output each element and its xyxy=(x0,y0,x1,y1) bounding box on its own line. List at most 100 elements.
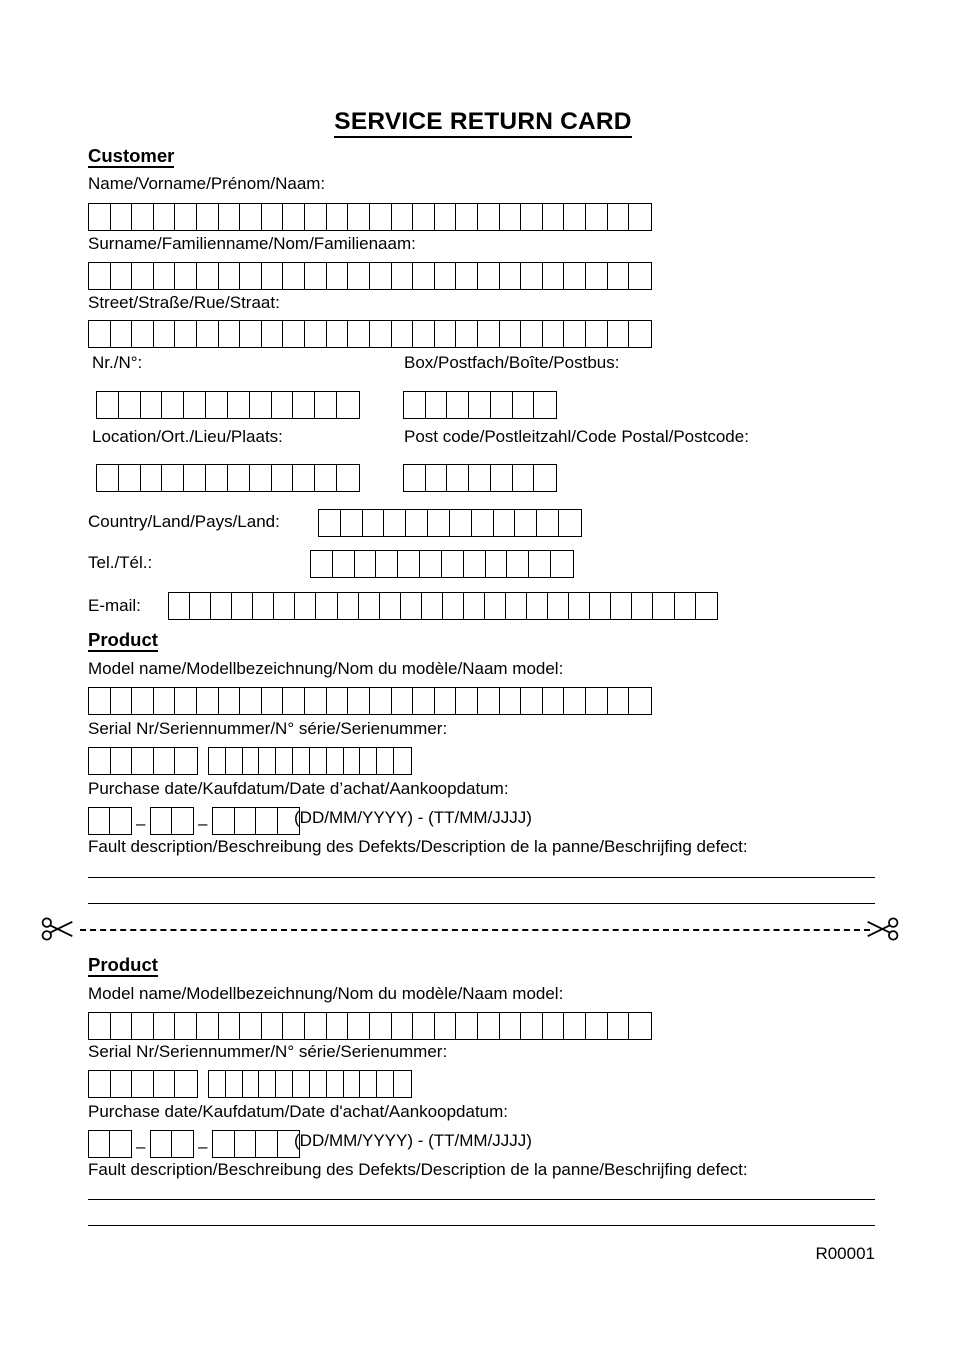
character-cell[interactable] xyxy=(426,392,448,418)
character-cell[interactable] xyxy=(413,321,435,347)
character-cell[interactable] xyxy=(377,748,395,774)
character-cell[interactable] xyxy=(341,510,363,536)
character-cell[interactable] xyxy=(250,465,272,491)
character-cell[interactable] xyxy=(295,593,317,619)
character-cell[interactable] xyxy=(219,688,241,714)
input-email[interactable] xyxy=(168,592,718,620)
character-cell[interactable] xyxy=(401,593,422,619)
input-serial-number-bottom-part2[interactable] xyxy=(208,1070,412,1098)
character-cell[interactable] xyxy=(348,1013,370,1039)
character-cell[interactable] xyxy=(111,263,133,289)
character-cell[interactable] xyxy=(219,204,241,230)
character-cell[interactable] xyxy=(534,392,556,418)
character-cell[interactable] xyxy=(141,392,163,418)
character-cell[interactable] xyxy=(132,688,154,714)
character-cell[interactable] xyxy=(507,551,530,577)
character-cell[interactable] xyxy=(675,593,696,619)
character-cell[interactable] xyxy=(472,510,494,536)
character-cell[interactable] xyxy=(132,1013,154,1039)
character-cell[interactable] xyxy=(228,392,250,418)
character-cell[interactable] xyxy=(305,1013,327,1039)
character-cell[interactable] xyxy=(119,465,141,491)
character-cell[interactable] xyxy=(211,593,233,619)
character-cell[interactable] xyxy=(392,321,414,347)
character-cell[interactable] xyxy=(111,688,133,714)
character-cell[interactable] xyxy=(469,465,491,491)
character-cell[interactable] xyxy=(154,321,176,347)
character-cell[interactable] xyxy=(327,1071,344,1097)
character-cell[interactable] xyxy=(311,551,333,577)
character-cell[interactable] xyxy=(456,321,478,347)
character-cell[interactable] xyxy=(283,1013,306,1039)
character-cell[interactable] xyxy=(305,204,327,230)
character-cell[interactable] xyxy=(537,510,560,536)
character-cell[interactable] xyxy=(243,1071,260,1097)
character-cell[interactable] xyxy=(262,1013,284,1039)
character-cell[interactable] xyxy=(360,748,378,774)
character-cell[interactable] xyxy=(175,748,197,774)
character-cell[interactable] xyxy=(392,204,414,230)
character-cell[interactable] xyxy=(154,263,176,289)
character-cell[interactable] xyxy=(119,392,141,418)
character-cell[interactable] xyxy=(327,688,349,714)
character-cell[interactable] xyxy=(521,1013,543,1039)
character-cell[interactable] xyxy=(111,748,133,774)
character-cell[interactable] xyxy=(521,204,543,230)
character-cell[interactable] xyxy=(435,204,457,230)
character-cell[interactable] xyxy=(338,593,359,619)
character-cell[interactable] xyxy=(97,465,119,491)
character-cell[interactable] xyxy=(111,1071,133,1097)
character-cell[interactable] xyxy=(629,1013,651,1039)
character-cell[interactable] xyxy=(226,1071,243,1097)
character-cell[interactable] xyxy=(564,321,587,347)
character-cell[interactable] xyxy=(262,688,284,714)
character-cell[interactable] xyxy=(413,1013,435,1039)
character-cell[interactable] xyxy=(543,1013,565,1039)
character-cell[interactable] xyxy=(89,1131,110,1157)
character-cell[interactable] xyxy=(370,1013,392,1039)
character-cell[interactable] xyxy=(384,510,407,536)
input-purchase-day-bottom[interactable] xyxy=(88,1130,132,1158)
character-cell[interactable] xyxy=(327,204,349,230)
character-cell[interactable] xyxy=(283,204,306,230)
character-cell[interactable] xyxy=(175,1071,197,1097)
character-cell[interactable] xyxy=(486,551,508,577)
character-cell[interactable] xyxy=(154,748,176,774)
character-cell[interactable] xyxy=(259,748,277,774)
character-cell[interactable] xyxy=(564,263,587,289)
character-cell[interactable] xyxy=(394,748,411,774)
character-cell[interactable] xyxy=(141,465,163,491)
input-purchase-year-top[interactable] xyxy=(212,807,300,835)
character-cell[interactable] xyxy=(274,593,296,619)
character-cell[interactable] xyxy=(564,204,587,230)
character-cell[interactable] xyxy=(392,1013,414,1039)
character-cell[interactable] xyxy=(435,263,457,289)
character-cell[interactable] xyxy=(521,263,543,289)
character-cell[interactable] xyxy=(213,1131,235,1157)
character-cell[interactable] xyxy=(500,1013,522,1039)
character-cell[interactable] xyxy=(456,1013,478,1039)
character-cell[interactable] xyxy=(586,321,608,347)
character-cell[interactable] xyxy=(586,1013,608,1039)
character-cell[interactable] xyxy=(243,748,260,774)
character-cell[interactable] xyxy=(219,1013,241,1039)
character-cell[interactable] xyxy=(586,263,608,289)
character-cell[interactable] xyxy=(132,204,154,230)
character-cell[interactable] xyxy=(513,465,535,491)
character-cell[interactable] xyxy=(608,321,630,347)
input-serial-number-bottom-part1[interactable] xyxy=(88,1070,198,1098)
character-cell[interactable] xyxy=(392,263,414,289)
character-cell[interactable] xyxy=(406,510,429,536)
character-cell[interactable] xyxy=(506,593,528,619)
character-cell[interactable] xyxy=(534,465,556,491)
character-cell[interactable] xyxy=(276,1071,294,1097)
character-cell[interactable] xyxy=(521,688,543,714)
character-cell[interactable] xyxy=(376,551,399,577)
character-cell[interactable] xyxy=(500,688,522,714)
input-model-name-bottom[interactable] xyxy=(88,1012,652,1040)
character-cell[interactable] xyxy=(327,1013,349,1039)
character-cell[interactable] xyxy=(426,465,448,491)
character-cell[interactable] xyxy=(213,808,235,834)
character-cell[interactable] xyxy=(500,321,522,347)
character-cell[interactable] xyxy=(435,1013,457,1039)
